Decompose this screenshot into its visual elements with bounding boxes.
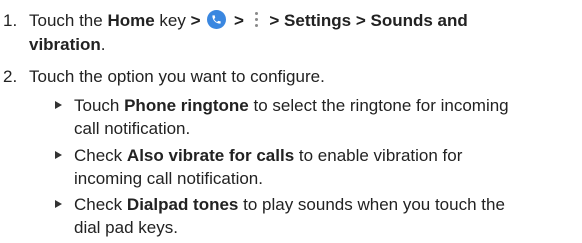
list-item: Touch Phone ringtone to select the ringt… — [55, 94, 582, 142]
separator: > — [190, 11, 201, 30]
text-key: key — [154, 11, 191, 30]
list-item: Check Dialpad tones to play sounds when … — [55, 193, 582, 241]
period: . — [100, 35, 106, 54]
step-text: Touch the option you want to configure. — [29, 67, 325, 86]
step-line-2: vibration. — [29, 33, 468, 56]
option-name: Phone ringtone — [124, 96, 249, 115]
arrow-bullet-icon — [55, 101, 62, 109]
arrow-bullet-icon — [55, 151, 62, 159]
text-touch: Touch the — [29, 11, 108, 30]
phone-icon — [207, 10, 227, 29]
home-key-label: Home — [107, 11, 155, 30]
settings-path: > Settings > Sounds and — [264, 11, 468, 30]
step-line-1: Touch the Home key > > > Settings > Soun… — [29, 9, 468, 32]
list-item-text: Check Dialpad tones to play sounds when … — [74, 195, 505, 237]
step-text: Touch the Home key > > > Settings > Soun… — [29, 9, 468, 56]
step-1: 1. Touch the Home key > > > Settings > S… — [0, 9, 582, 59]
step-number: 2. — [3, 67, 18, 86]
document-page: { "steps": [ { "number": "1.", "parts": … — [0, 0, 582, 243]
option-name: Dialpad tones — [126, 195, 239, 214]
step-number: 1. — [3, 11, 18, 30]
list-item-text: Touch Phone ringtone to select the ringt… — [74, 96, 509, 138]
option-name: Also vibrate for calls — [126, 146, 295, 165]
separator: > — [234, 11, 244, 30]
settings-path-end: vibration — [29, 35, 101, 54]
step-2: 2. Touch the option you want to configur… — [0, 65, 582, 89]
list-item-text: Check Also vibrate for calls to enable v… — [74, 146, 463, 188]
arrow-bullet-icon — [55, 200, 62, 208]
more-vert-icon — [253, 10, 261, 30]
list-item: Check Also vibrate for calls to enable v… — [55, 144, 582, 192]
